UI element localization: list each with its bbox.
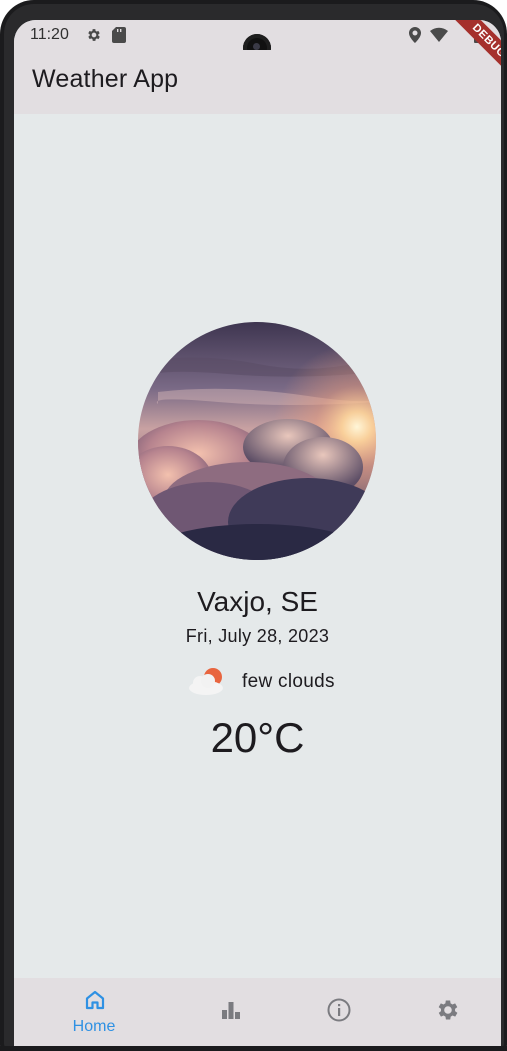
- app-title: Weather App: [32, 65, 179, 93]
- nav-item-settings[interactable]: [392, 978, 501, 1046]
- info-icon: [326, 997, 352, 1028]
- nav-item-statistics[interactable]: [176, 978, 286, 1046]
- bottom-navigation: Home: [14, 978, 501, 1046]
- device-frame: 11:20 Weather App DEBUG Vaxjo, SE Fri, J…: [0, 0, 507, 1051]
- gear-icon: [86, 27, 102, 48]
- status-time: 11:20: [30, 26, 69, 43]
- home-icon: [83, 988, 107, 1017]
- nav-item-info[interactable]: [284, 978, 394, 1046]
- sd-card-icon: [112, 27, 126, 48]
- settings-icon: [434, 997, 460, 1028]
- temperature: 20°C: [210, 714, 305, 761]
- device-bottom-edge: [0, 1046, 507, 1051]
- weather-photo: [138, 322, 376, 560]
- current-date: Fri, July 28, 2023: [185, 626, 330, 646]
- location-pin-icon: [409, 27, 421, 48]
- nav-label-home: Home: [72, 1018, 116, 1035]
- app-bar: Weather App: [14, 50, 501, 114]
- wifi-icon: [430, 27, 448, 47]
- city-name: Vaxjo, SE: [197, 586, 318, 617]
- few-clouds-icon: [186, 664, 230, 703]
- nav-item-home[interactable]: Home: [39, 978, 149, 1046]
- condition-text: few clouds: [242, 671, 335, 692]
- phone-screen: 11:20 Weather App DEBUG Vaxjo, SE Fri, J…: [14, 20, 501, 1046]
- weather-content: Vaxjo, SE Fri, July 28, 2023 few clouds …: [14, 114, 501, 978]
- bar-chart-icon: [219, 998, 243, 1027]
- weather-condition: few clouds: [186, 664, 386, 698]
